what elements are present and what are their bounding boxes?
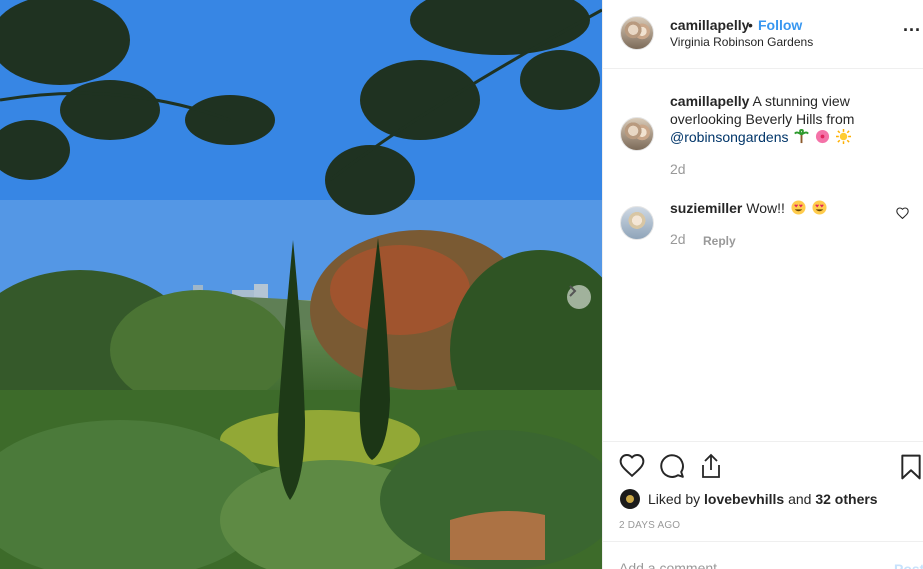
- avatar[interactable]: [620, 16, 654, 50]
- comment-time: 2d: [670, 231, 686, 247]
- comment-avatar[interactable]: [620, 206, 654, 240]
- caption-username[interactable]: camillapelly: [670, 93, 749, 109]
- likes-prefix: Liked by: [648, 491, 701, 507]
- garden-photo-illustration: [0, 0, 602, 569]
- likes-and: and: [788, 491, 812, 507]
- post-actions: Liked by lovebevhills and 32 others 2 DA…: [603, 441, 923, 541]
- more-options-icon[interactable]: ...: [903, 16, 921, 38]
- post-photo[interactable]: [0, 0, 602, 569]
- palm-tree-emoji: [794, 129, 810, 144]
- reply-button[interactable]: Reply: [703, 234, 736, 248]
- comment-like-heart-icon[interactable]: [896, 207, 909, 219]
- comment-username[interactable]: suziemiller: [670, 200, 742, 216]
- crest-icon: [626, 495, 634, 503]
- carousel-next-button[interactable]: [567, 285, 591, 309]
- post-caption: camillapelly A stunning view overlooking…: [670, 92, 890, 146]
- chevron-right-icon: [569, 285, 577, 297]
- header-username[interactable]: camillapelly: [670, 17, 749, 33]
- bookmark-icon[interactable]: [900, 454, 922, 480]
- post-date: 2 DAYS AGO: [619, 520, 681, 531]
- post-details-panel: camillapelly • Follow Virginia Robinson …: [602, 0, 923, 569]
- heart-eyes-emoji: [812, 200, 827, 215]
- caption-time: 2d: [670, 161, 686, 177]
- add-comment-bar: Post: [603, 541, 923, 569]
- separator-dot: •: [748, 17, 753, 33]
- follow-button[interactable]: Follow: [758, 17, 802, 33]
- hibiscus-emoji: [816, 129, 830, 144]
- share-icon[interactable]: [699, 453, 723, 479]
- location-link[interactable]: Virginia Robinson Gardens: [670, 35, 813, 49]
- caption-avatar[interactable]: [620, 117, 654, 151]
- heart-eyes-emoji: [791, 200, 806, 215]
- post-header: camillapelly • Follow Virginia Robinson …: [603, 0, 923, 69]
- liker-username[interactable]: lovebevhills: [704, 491, 784, 507]
- comment-text: Wow!!: [746, 200, 785, 216]
- likes-summary: Liked by lovebevhills and 32 others: [648, 491, 878, 507]
- comment-input[interactable]: [619, 560, 859, 569]
- comment-icon[interactable]: [659, 453, 685, 479]
- caption-mention[interactable]: @robinsongardens: [670, 129, 789, 145]
- heart-icon[interactable]: [619, 453, 645, 477]
- liker-avatar[interactable]: [620, 489, 640, 509]
- likes-others-link[interactable]: 32 others: [815, 491, 877, 507]
- post-comment-button[interactable]: Post: [894, 561, 923, 569]
- sun-emoji: [836, 129, 852, 144]
- comment-item: suziemiller Wow!!: [670, 199, 890, 217]
